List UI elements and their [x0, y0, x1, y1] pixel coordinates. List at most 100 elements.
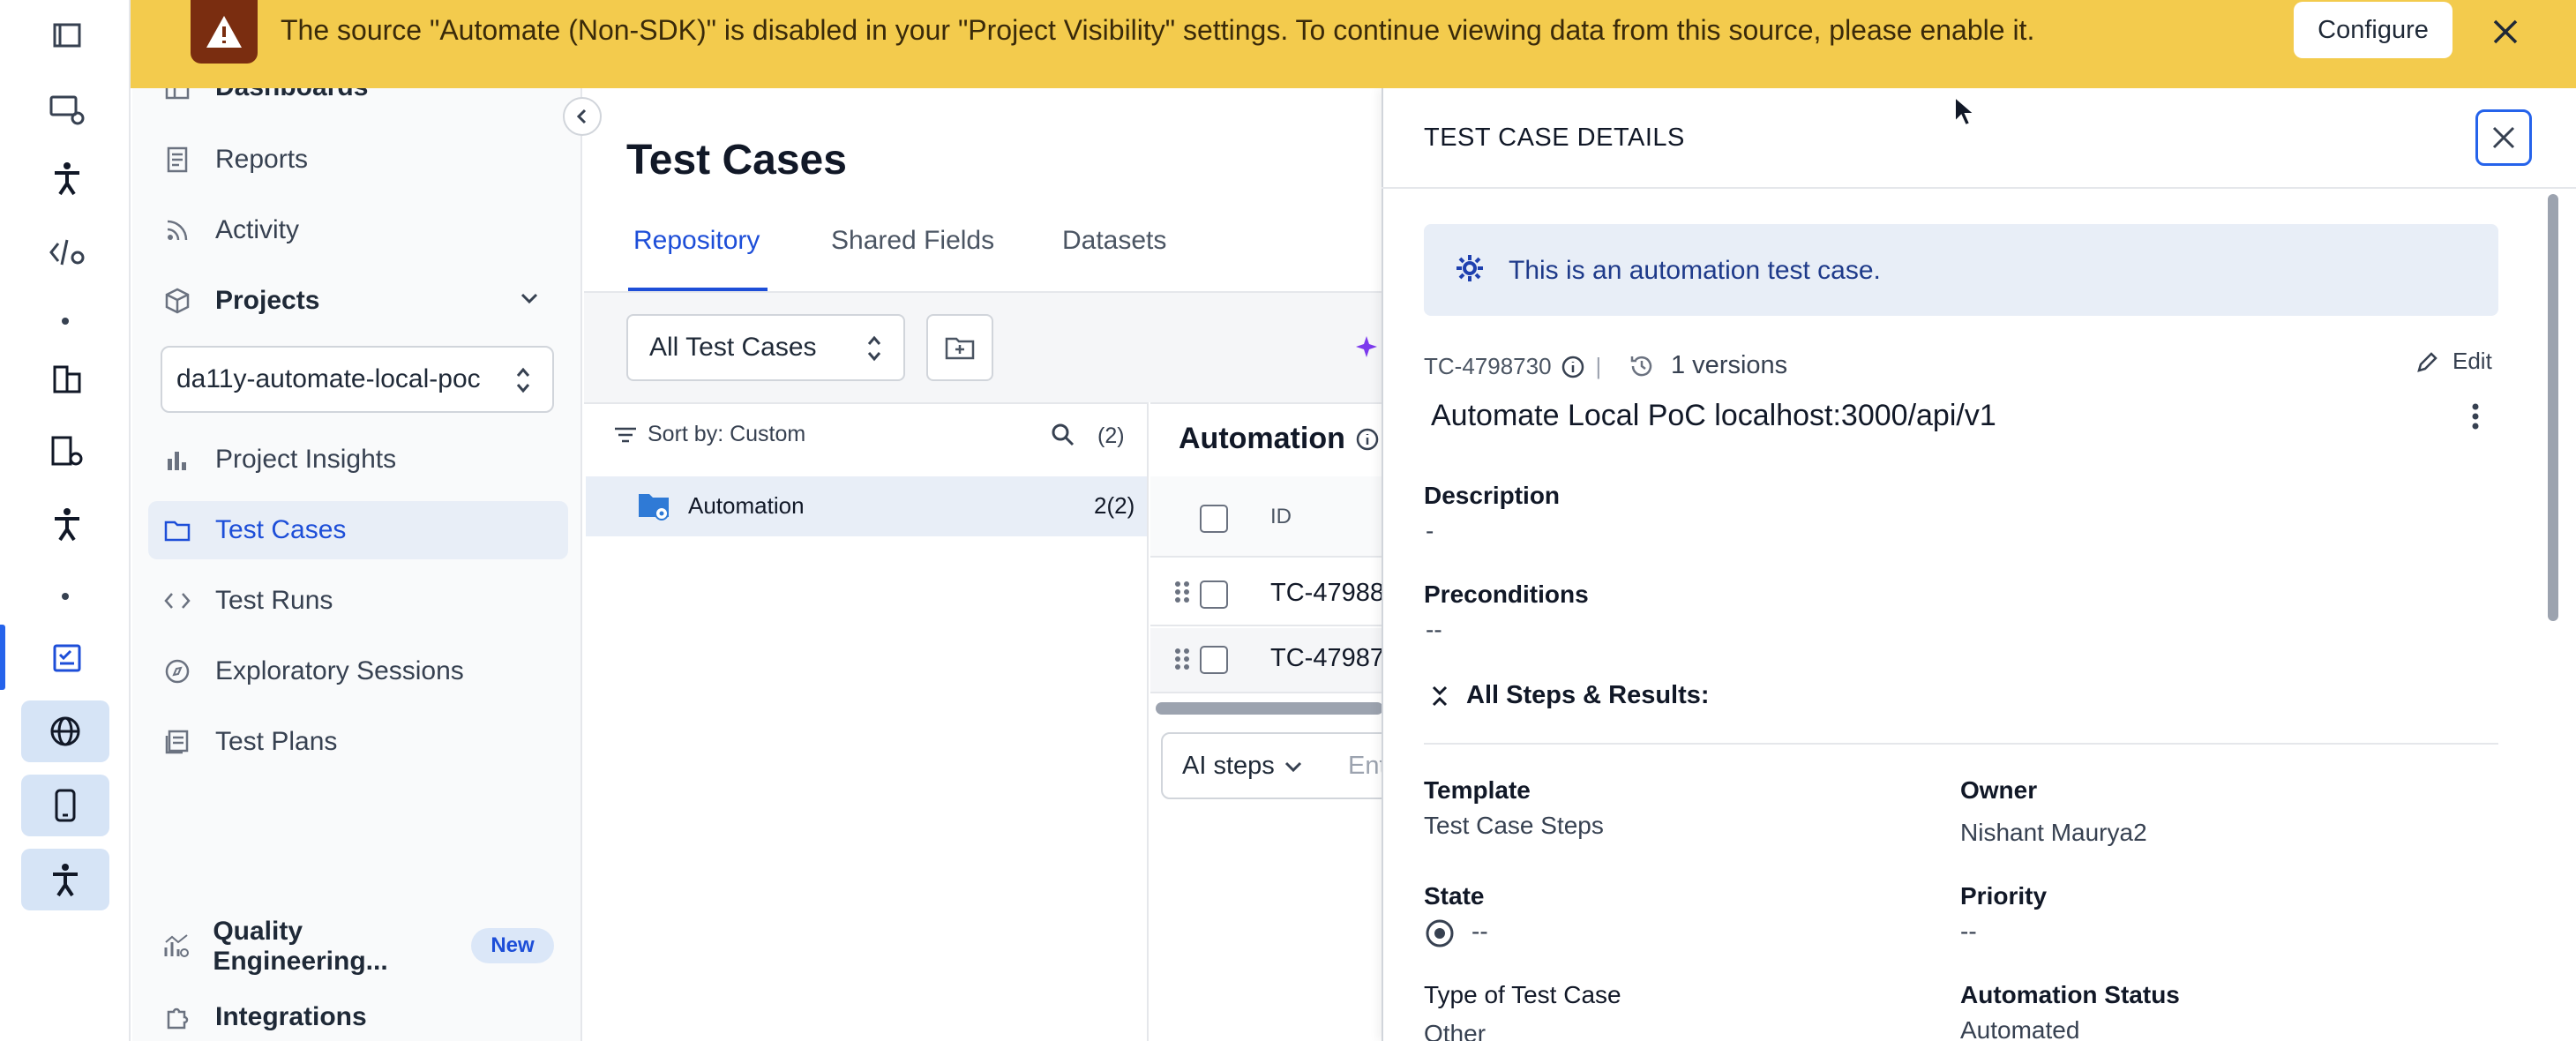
sort-button[interactable]: Sort by: Custom	[612, 422, 805, 447]
ai-steps-input[interactable]: Ent	[1348, 752, 1387, 781]
device-config-icon[interactable]	[39, 423, 95, 480]
panel-scrollbar[interactable]	[2548, 194, 2558, 621]
sidebar-item-exploratory-sessions[interactable]: Exploratory Sessions	[159, 642, 565, 700]
test-case-id: TC-4798730 |	[1424, 353, 1601, 380]
rail-separator-dot	[62, 593, 69, 600]
close-icon[interactable]	[2484, 7, 2527, 56]
accessibility-icon[interactable]	[39, 150, 95, 206]
sidebar-item-label: Projects	[215, 286, 320, 315]
sidebar-item-label: Test Runs	[215, 586, 333, 615]
add-folder-button[interactable]	[926, 314, 993, 381]
banner-message: The source "Automate (Non-SDK)" is disab…	[281, 14, 2035, 46]
test-management-icon[interactable]	[39, 630, 95, 686]
ai-sparkle-icon[interactable]	[1355, 333, 1378, 360]
sidebar-item-integrations[interactable]: Integrations	[159, 988, 565, 1041]
tab-repository[interactable]: Repository	[633, 226, 760, 256]
report-icon	[159, 141, 196, 178]
sidebar-item-label: Activity	[215, 215, 300, 244]
edit-button[interactable]: Edit	[2415, 348, 2492, 375]
panel-title: TEST CASE DETAILS	[1424, 124, 1685, 152]
project-select[interactable]: da11y-automate-local-poc	[161, 346, 554, 413]
apps-icon[interactable]	[39, 351, 95, 408]
more-options-icon[interactable]	[2470, 402, 2481, 431]
select-all-checkbox[interactable]	[1200, 505, 1228, 533]
steps-divider	[1424, 743, 2498, 745]
drag-handle-icon[interactable]	[1173, 646, 1191, 672]
sidebar-item-label: Exploratory Sessions	[215, 656, 464, 685]
close-panel-button[interactable]	[2475, 109, 2532, 166]
owner-label: Owner	[1960, 776, 2038, 804]
sidebar-item-label: Reports	[215, 145, 309, 174]
puzzle-icon	[159, 999, 196, 1036]
row-id[interactable]: TC-4798831	[1270, 579, 1382, 607]
type-label: Type of Test Case	[1424, 981, 1621, 1008]
globe-icon[interactable]	[21, 700, 109, 762]
sort-label: Sort by: Custom	[648, 422, 806, 446]
automation-status-label: Automation Status	[1960, 981, 2180, 1008]
chevron-left-icon	[576, 109, 587, 124]
collapse-sidebar-button[interactable]	[563, 97, 602, 136]
configure-button[interactable]: Configure	[2294, 2, 2452, 58]
new-badge: New	[471, 928, 554, 963]
accessibility-icon[interactable]	[21, 849, 109, 910]
tab-datasets[interactable]: Datasets	[1062, 226, 1166, 256]
sidebar-item-activity[interactable]: Activity	[159, 201, 565, 259]
panel-divider	[1382, 187, 2576, 189]
filter-select-value: All Test Cases	[649, 333, 817, 362]
ai-steps-label: AI steps	[1182, 752, 1275, 780]
owner-value: Nishant Maurya2	[1960, 819, 2147, 846]
drag-handle-icon[interactable]	[1173, 579, 1191, 605]
ai-steps-dropdown[interactable]: AI steps	[1182, 752, 1303, 781]
versions-text: 1 versions	[1671, 351, 1788, 379]
sidebar-item-quality-engineering[interactable]: Quality Engineering...	[159, 917, 468, 976]
row-id[interactable]: TC-4798730	[1270, 644, 1382, 672]
row-checkbox[interactable]	[1200, 580, 1228, 609]
versions-link[interactable]: 1 versions	[1629, 351, 1787, 380]
analytics-icon	[159, 928, 193, 965]
sort-arrows-icon	[515, 365, 531, 395]
sidebar-item-test-cases[interactable]: Test Cases	[148, 501, 568, 559]
preconditions-label: Preconditions	[1424, 580, 1589, 608]
row-checkbox[interactable]	[1200, 646, 1228, 674]
mobile-icon[interactable]	[21, 775, 109, 836]
info-icon	[1561, 356, 1584, 378]
test-case-id-text: TC-4798730	[1424, 353, 1552, 379]
steps-toggle[interactable]: All Steps & Results:	[1429, 681, 1710, 710]
rail-separator-dot	[62, 318, 69, 325]
tree-folder-count: 2(2)	[1094, 492, 1135, 519]
code-settings-icon[interactable]	[39, 224, 95, 281]
state-label: State	[1424, 882, 1485, 910]
sort-arrows-icon	[866, 333, 882, 363]
folder-add-icon	[945, 337, 975, 360]
preconditions-value: --	[1426, 616, 1442, 643]
tab-shared-fields[interactable]: Shared Fields	[831, 226, 994, 256]
row-id-clip: TC-4798831	[1270, 579, 1382, 608]
dashboard-icon[interactable]	[39, 7, 95, 64]
device-settings-icon[interactable]	[39, 81, 95, 138]
sidebar-item-projects[interactable]: Projects	[159, 272, 565, 330]
automation-status-value: Automated	[1960, 1016, 2080, 1041]
sidebar-item-reports[interactable]: Reports	[159, 131, 565, 189]
page-title: Test Cases	[626, 137, 847, 183]
template-label: Template	[1424, 776, 1531, 804]
chevron-down-icon	[519, 291, 540, 305]
column-header-id[interactable]: ID	[1270, 505, 1292, 529]
sidebar-item-project-insights[interactable]: Project Insights	[159, 431, 565, 489]
sidebar-item-test-plans[interactable]: Test Plans	[159, 713, 565, 771]
plan-icon	[159, 723, 196, 760]
horizontal-scrollbar[interactable]	[1156, 702, 1383, 715]
row-id-clip: TC-4798730	[1270, 644, 1382, 673]
search-icon[interactable]	[1050, 422, 1076, 448]
sidebar-item-test-runs[interactable]: Test Runs	[159, 572, 565, 630]
priority-label: Priority	[1960, 882, 2048, 910]
state-status-icon	[1424, 917, 1456, 949]
active-tab-indicator	[628, 288, 768, 291]
steps-toggle-label: All Steps & Results:	[1466, 681, 1710, 709]
test-case-title: Automate Local PoC localhost:3000/api/v1	[1431, 399, 1996, 432]
accessibility-icon[interactable]	[39, 496, 95, 552]
close-icon	[2492, 126, 2515, 149]
collapse-icon	[1432, 685, 1448, 706]
automation-notice-text: This is an automation test case.	[1509, 256, 1881, 285]
folder-icon	[159, 512, 196, 549]
test-case-filter-select[interactable]: All Test Cases	[626, 314, 905, 381]
